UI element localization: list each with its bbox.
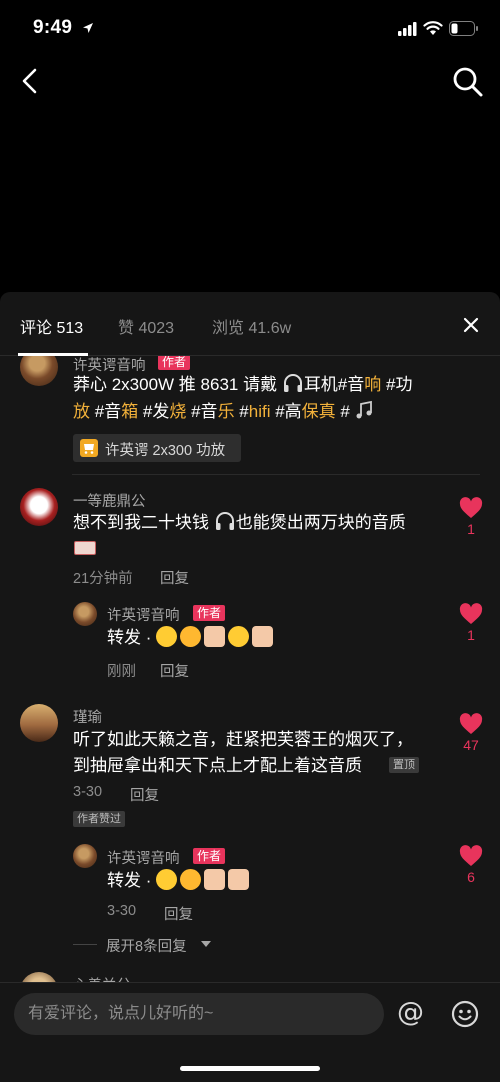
reply-button[interactable]: 回复 [160, 567, 189, 588]
heart-icon[interactable] [459, 845, 483, 867]
reply-button[interactable]: 回复 [130, 784, 159, 805]
reply-text: 转发 · [107, 867, 252, 894]
at-icon[interactable]: @ [397, 997, 424, 1028]
laugh-emoji-icon [180, 869, 202, 890]
pinned-tag: 置顶 [389, 757, 419, 773]
reply-time: 3-30 [107, 903, 137, 919]
author-badge: 作者 [158, 356, 191, 370]
heart-icon[interactable] [459, 603, 483, 625]
expand-line [73, 944, 97, 945]
reply-button[interactable]: 回复 [164, 903, 193, 924]
heart-icon[interactable] [459, 497, 483, 519]
author-badge: 作者 [193, 848, 226, 864]
like-count: 6 [467, 869, 475, 885]
like-count: 1 [467, 627, 475, 643]
reply-username[interactable]: 许英谔音响 [107, 604, 180, 625]
music-note-icon [356, 400, 372, 419]
search-icon[interactable] [452, 66, 484, 98]
grin-emoji-icon [156, 869, 178, 890]
product-name: 许英谔 2x300 功放 [105, 443, 226, 459]
comment-text-line2: 放 #音箱 #发烧 #音乐 #hifi #高保真 # [73, 398, 373, 425]
top-bar [0, 60, 500, 104]
gift-emoji-icon [74, 541, 96, 555]
author-badge: 作者 [193, 605, 226, 621]
comment-username[interactable]: 一等鹿鼎公 [73, 490, 146, 511]
avatar[interactable] [73, 844, 97, 868]
comment-tabs: 评论 513 赞 4023 浏览 41.6w [0, 292, 500, 356]
grin-emoji-icon [156, 626, 178, 647]
reply-time: 刚刚 [107, 664, 136, 680]
close-icon[interactable] [460, 314, 482, 336]
home-indicator[interactable] [180, 1066, 320, 1071]
headphones-icon [283, 374, 302, 392]
comment-input[interactable] [14, 993, 384, 1035]
back-arrow-icon[interactable] [16, 66, 46, 96]
thumbs-up-emoji-icon [228, 869, 250, 890]
reply-username[interactable]: 许英谔音响 [107, 847, 180, 868]
divider [72, 474, 480, 475]
comment-text: 想不到我二十块钱 也能煲出两万块的音质 [73, 512, 406, 532]
avatar[interactable] [20, 488, 58, 526]
like-count: 1 [467, 521, 475, 537]
status-time: 9:49 [33, 17, 73, 38]
comments-sheet: 评论 513 赞 4023 浏览 41.6w 许英谔音响 作者 莽心 2x300… [0, 292, 500, 1082]
thumbs-up-emoji-icon [252, 626, 274, 647]
comment-text-line2: 到抽屉拿出和天下点上才配上着这音质 [73, 756, 362, 775]
avatar[interactable] [20, 704, 58, 742]
comment-text: 莽心 2x300W 推 8631 请戴 耳机#音响 #功 [73, 374, 413, 394]
like-count: 47 [463, 737, 479, 753]
tab-likes[interactable]: 赞 4023 [118, 314, 174, 338]
author-liked-tag: 作者赞过 [73, 811, 125, 827]
tab-comments[interactable]: 评论 513 [20, 314, 83, 338]
comment-text: 听了如此天籁之音，赶紧把芙蓉王的烟灭了， [73, 730, 413, 749]
comment-time: 21分钟前 [73, 571, 133, 587]
comment-username[interactable]: 瑾瑜 [73, 706, 102, 727]
headphones-icon [215, 512, 234, 530]
comment-time: 3-30 [73, 784, 103, 800]
chevron-down-icon[interactable] [201, 940, 211, 948]
battery-icon [449, 21, 478, 36]
status-bar: 9:49 [0, 0, 500, 58]
location-arrow-icon [83, 23, 93, 33]
product-link[interactable]: 许英谔 2x300 功放 [73, 434, 241, 462]
avatar[interactable] [73, 602, 97, 626]
heart-icon[interactable] [459, 713, 483, 735]
clap-emoji-icon [204, 626, 226, 647]
clap-emoji-icon [204, 869, 226, 890]
cart-icon [80, 439, 98, 457]
cellular-signal-icon [398, 22, 417, 36]
wifi-icon [423, 21, 443, 35]
tab-views[interactable]: 浏览 41.6w [212, 314, 291, 338]
avatar[interactable] [20, 356, 58, 386]
expand-replies-label[interactable]: 展开8条回复 [106, 935, 187, 956]
emoji-face-icon[interactable] [451, 1000, 479, 1028]
shocked-emoji-icon [228, 626, 250, 647]
reply-button[interactable]: 回复 [160, 660, 189, 681]
reply-text: 转发 · [107, 624, 276, 651]
laugh-emoji-icon [180, 626, 202, 647]
comment-list: 许英谔音响 作者 莽心 2x300W 推 8631 请戴 耳机#音响 #功 放 … [0, 356, 500, 986]
